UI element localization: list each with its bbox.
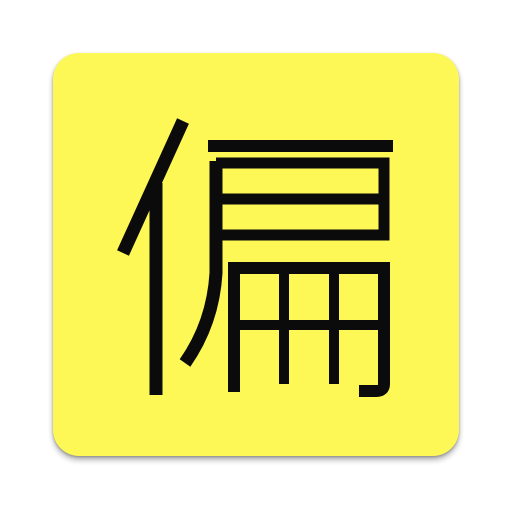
launcher-icon-stage: 偏 — [0, 0, 512, 512]
kanji-character-icon: 偏 — [117, 118, 393, 397]
left-sweep-stroke — [179, 161, 223, 367]
app-icon[interactable]: 偏 — [53, 53, 459, 456]
